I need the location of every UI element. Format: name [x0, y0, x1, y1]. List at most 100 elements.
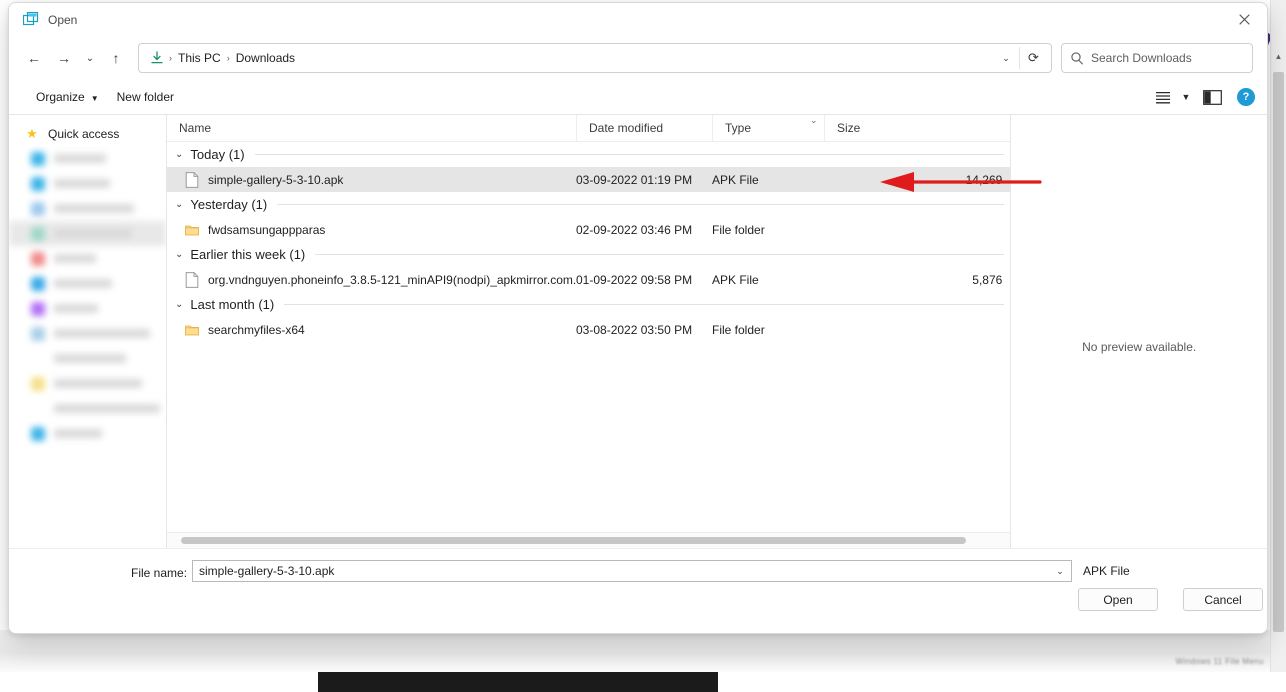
dialog-title: Open — [48, 13, 77, 27]
sidebar-item-3[interactable] — [9, 221, 166, 246]
column-header-size[interactable]: Size — [824, 115, 1010, 141]
chevron-down-icon[interactable]: ⌄ — [175, 199, 183, 210]
cell-type: APK File — [712, 273, 824, 287]
file-group-header[interactable]: ⌄ Today (1) — [167, 142, 1010, 167]
cell-type: APK File — [712, 173, 824, 187]
chevron-down-icon[interactable]: ⌄ — [993, 53, 1019, 64]
open-dialog-icon — [23, 12, 39, 28]
chevron-down-icon[interactable]: ⌄ — [1049, 566, 1071, 577]
breadcrumb-downloads[interactable]: Downloads — [231, 51, 300, 65]
dialog-footer: File name: simple-gallery-5-3-10.apk ⌄ A… — [9, 548, 1267, 633]
file-icon — [185, 272, 199, 288]
table-row[interactable]: simple-gallery-5-3-10.apk03-09-2022 01:1… — [167, 167, 1010, 192]
sidebar-item-label — [54, 229, 132, 238]
sidebar-item-label — [54, 204, 134, 213]
close-icon[interactable] — [1221, 3, 1267, 36]
column-header-type[interactable]: Type — [712, 115, 824, 141]
file-group-header[interactable]: ⌄Earlier this week (1) — [167, 242, 1010, 267]
scroll-up-arrow-icon[interactable]: ▲ — [1271, 52, 1286, 62]
dialog-body: ★ Quick access Name Date modified Type S… — [9, 115, 1267, 548]
chevron-down-icon[interactable]: ⌄ — [175, 149, 183, 160]
preview-message: No preview available. — [1082, 340, 1196, 354]
sidebar-item-icon — [31, 402, 45, 416]
back-arrow-icon[interactable]: ← — [19, 43, 49, 73]
sidebar-item-11[interactable] — [9, 421, 166, 446]
cell-name[interactable]: org.vndnguyen.phoneinfo_3.8.5-121_minAPI… — [167, 272, 576, 288]
sidebar-item-label — [54, 379, 142, 388]
cell-date-modified: 01-09-2022 09:58 PM — [576, 273, 712, 287]
search-box[interactable]: Search Downloads — [1061, 43, 1253, 73]
sidebar-item-icon — [31, 152, 45, 166]
sidebar-item-9[interactable] — [9, 371, 166, 396]
cell-type: File folder — [712, 223, 824, 237]
file-group-label: Yesterday (1) — [190, 197, 267, 212]
sidebar-item-4[interactable] — [9, 246, 166, 271]
breadcrumb-this-pc[interactable]: This PC — [173, 51, 226, 65]
downloads-icon — [150, 51, 164, 65]
sidebar-item-2[interactable] — [9, 196, 166, 221]
page-scrollbar-thumb[interactable] — [1273, 72, 1284, 632]
column-header-date-modified[interactable]: Date modified — [576, 115, 712, 141]
chevron-down-icon[interactable]: ⌄ — [175, 299, 183, 310]
sidebar-item-10[interactable] — [9, 396, 166, 421]
table-row[interactable]: fwdsamsungappparas02-09-2022 03:46 PMFil… — [167, 217, 1010, 242]
file-list-body[interactable]: ⌄ Today (1) simple-gallery-5-3-10.apk03-09… — [167, 142, 1010, 532]
open-button[interactable]: Open — [1078, 588, 1158, 611]
file-type-filter-select[interactable]: APK File — [1077, 560, 1268, 582]
cell-name[interactable]: simple-gallery-5-3-10.apk — [167, 172, 576, 188]
sidebar-item-label — [54, 404, 160, 413]
recent-locations-chevron-icon[interactable]: ⌄ — [79, 43, 101, 73]
help-icon[interactable]: ? — [1237, 88, 1255, 106]
file-group-divider — [315, 254, 1004, 255]
file-name-text: simple-gallery-5-3-10.apk — [208, 173, 343, 187]
column-header-name[interactable]: Name — [167, 115, 576, 141]
command-bar: Organize▼ New folder ▼ ? — [9, 80, 1267, 115]
forward-arrow-icon[interactable]: → — [49, 43, 79, 73]
open-file-dialog: Open ← → ⌄ ↑ › This PC › Downloads ⌄ ⟳ — [8, 2, 1268, 634]
file-name-text: fwdsamsungappparas — [208, 223, 325, 237]
page-scrollbar[interactable]: ▲ — [1270, 0, 1286, 672]
search-input[interactable]: Search Downloads — [1091, 51, 1192, 65]
view-options-glyph — [1155, 91, 1171, 104]
sidebar-item-8[interactable] — [9, 346, 166, 371]
file-group-header[interactable]: ⌄ Yesterday (1) — [167, 192, 1010, 217]
address-bar[interactable]: › This PC › Downloads ⌄ ⟳ — [138, 43, 1052, 73]
file-name-value[interactable]: simple-gallery-5-3-10.apk — [193, 564, 1049, 578]
new-folder-button[interactable]: New folder — [108, 86, 183, 108]
horizontal-scrollbar-thumb[interactable] — [181, 537, 966, 544]
up-arrow-icon[interactable]: ↑ — [101, 43, 131, 73]
sidebar-item-icon — [31, 227, 45, 241]
file-group-label: Today (1) — [190, 147, 244, 162]
view-options-caret-icon[interactable]: ▼ — [1177, 84, 1195, 110]
sidebar-item-quick-access[interactable]: ★ Quick access — [9, 121, 166, 146]
sidebar-item-6[interactable] — [9, 296, 166, 321]
sidebar-item-icon — [31, 177, 45, 191]
navigation-sidebar[interactable]: ★ Quick access — [9, 115, 167, 548]
sidebar-item-5[interactable] — [9, 271, 166, 296]
cancel-button[interactable]: Cancel — [1183, 588, 1263, 611]
cell-name[interactable]: fwdsamsungappparas — [167, 222, 576, 238]
file-list-horizontal-scrollbar[interactable] — [167, 532, 1010, 548]
table-row[interactable]: org.vndnguyen.phoneinfo_3.8.5-121_minAPI… — [167, 267, 1010, 292]
sidebar-item-7[interactable] — [9, 321, 166, 346]
organize-button[interactable]: Organize▼ — [27, 86, 108, 108]
chevron-down-icon[interactable]: ⌄ — [175, 249, 183, 260]
view-options-icon[interactable] — [1149, 84, 1177, 110]
preview-pane: No preview available. — [1011, 115, 1267, 548]
preview-pane-icon[interactable] — [1195, 84, 1229, 110]
cell-name[interactable]: searchmyfiles-x64 — [167, 322, 576, 338]
table-row[interactable]: searchmyfiles-x6403-08-2022 03:50 PMFile… — [167, 317, 1010, 342]
file-type-filter-value: APK File — [1077, 564, 1130, 578]
file-name-label: File name: — [131, 566, 187, 580]
sidebar-item-0[interactable] — [9, 146, 166, 171]
sidebar-item-list — [9, 146, 166, 446]
refresh-icon[interactable]: ⟳ — [1019, 47, 1047, 69]
preview-pane-glyph — [1203, 90, 1222, 105]
folder-icon — [185, 322, 199, 338]
background-surface — [0, 630, 1286, 672]
file-name-input[interactable]: simple-gallery-5-3-10.apk ⌄ — [192, 560, 1072, 582]
sidebar-item-1[interactable] — [9, 171, 166, 196]
file-group-label: Last month (1) — [190, 297, 274, 312]
cell-type: File folder — [712, 323, 824, 337]
file-group-header[interactable]: ⌄ Last month (1) — [167, 292, 1010, 317]
